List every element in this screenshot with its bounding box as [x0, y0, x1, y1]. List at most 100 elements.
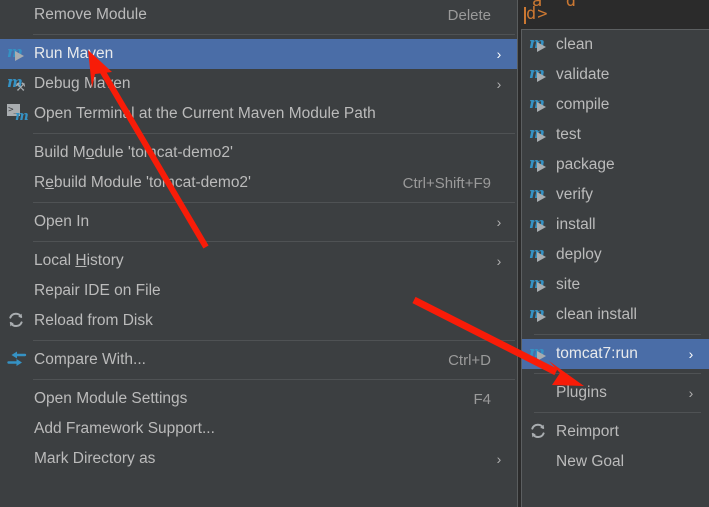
menu-item-shortcut: F4 [473, 390, 491, 408]
menu-item-open-terminal-maven-module-path[interactable]: >_ m Open Terminal at the Current Maven Mo… [0, 99, 517, 129]
menu-item-open-in[interactable]: Open In › [0, 207, 517, 237]
menu-item-label: Build Module 'tomcat-demo2' [34, 145, 233, 161]
arrow-placeholder: › [683, 217, 699, 233]
icon-placeholder [0, 168, 34, 198]
arrow-placeholder: › [491, 352, 507, 368]
menu-item-run-maven[interactable]: m Run Maven › [0, 39, 517, 69]
menu-item-label: site [556, 277, 581, 293]
chevron-right-icon: › [496, 46, 502, 62]
maven-run-icon-glyph: m [529, 244, 546, 262]
editor-caret [524, 7, 526, 24]
menu-item-local-history[interactable]: Local History › [0, 246, 517, 276]
terminal-maven-icon: >_ m [0, 99, 34, 129]
menu-item-label: clean [556, 37, 594, 53]
icon-placeholder [0, 207, 34, 237]
menu-separator [33, 379, 515, 380]
maven-run-icon: m [522, 30, 556, 60]
icon-placeholder [0, 414, 34, 444]
menu-item-label: tomcat7:run [556, 346, 638, 362]
menu-item-label: clean install [556, 307, 637, 323]
menu-item-debug-maven[interactable]: m ⚒ Debug Maven › [0, 69, 517, 99]
menu-separator [534, 334, 701, 335]
run-maven-submenu: mclean›mvalidate›mcompile›mtest›mpackage… [521, 29, 709, 507]
chevron-right-icon: › [688, 385, 694, 401]
submenu-item-plugins[interactable]: Plugins › [522, 378, 709, 408]
menu-item-label: validate [556, 67, 610, 83]
menu-item-label: Remove Module [34, 7, 147, 23]
menu-item-open-module-settings[interactable]: Open Module Settings F4› [0, 384, 517, 414]
reload-icon-glyph [7, 311, 27, 331]
menu-item-label: Compare With... [34, 352, 146, 368]
submenu-item-goal-verify[interactable]: mverify › [522, 180, 709, 210]
submenu-item-goal-package[interactable]: m package › [522, 150, 709, 180]
arrow-placeholder: › [491, 283, 507, 299]
arrow-placeholder: › [683, 157, 699, 173]
maven-run-icon-glyph: m [7, 43, 24, 61]
submenu-item-new-goal[interactable]: New Goal › [522, 447, 709, 477]
maven-run-icon: m [522, 339, 556, 369]
maven-run-icon: m [522, 300, 556, 330]
menu-separator [534, 412, 701, 413]
reload-icon-glyph [529, 422, 549, 442]
menu-item-label: Open Module Settings [34, 391, 188, 407]
menu-item-label: Plugins [556, 385, 607, 401]
maven-run-icon-glyph: m [529, 343, 546, 361]
icon-placeholder [0, 276, 34, 306]
arrow-placeholder: › [683, 127, 699, 143]
arrow-placeholder: › [683, 187, 699, 203]
submenu-item-goal-install[interactable]: m install › [522, 210, 709, 240]
maven-run-icon: m [522, 270, 556, 300]
submenu-item-goal-clean[interactable]: mclean › [522, 30, 709, 60]
menu-item-label: Local History [34, 253, 124, 269]
menu-item-compare-with[interactable]: Compare With... Ctrl+D› [0, 345, 517, 375]
arrow-placeholder: › [683, 67, 699, 83]
module-context-menu: Remove ModuleDelete›mRun Maven›m⚒Debug M… [0, 0, 518, 507]
submenu-item-reimport[interactable]: Reimport › [522, 417, 709, 447]
menu-separator [33, 34, 515, 35]
menu-item-label: compile [556, 97, 610, 113]
menu-separator [534, 373, 701, 374]
icon-placeholder [0, 444, 34, 474]
menu-item-rebuild-module[interactable]: Rebuild Module 'tomcat-demo2' Ctrl+Shift+… [0, 168, 517, 198]
chevron-right-icon: › [496, 76, 502, 92]
icon-placeholder [0, 384, 34, 414]
menu-item-label: install [556, 217, 596, 233]
icon-placeholder [522, 378, 556, 408]
menu-item-label: Debug Maven [34, 76, 131, 92]
submenu-item-goal-tomcat7-run[interactable]: m tomcat7:run › [522, 339, 709, 369]
menu-item-label: Reimport [556, 424, 619, 440]
arrow-placeholder: › [683, 454, 699, 470]
submenu-item-goal-site[interactable]: msite › [522, 270, 709, 300]
maven-run-icon-glyph: m [529, 274, 546, 292]
menu-item-add-framework-support[interactable]: Add Framework Support... › [0, 414, 517, 444]
arrow-placeholder: › [683, 307, 699, 323]
submenu-item-goal-deploy[interactable]: mdeploy › [522, 240, 709, 270]
maven-run-icon-glyph: m [529, 154, 546, 172]
menu-item-label: Run Maven [34, 46, 114, 62]
maven-run-icon-glyph: m [529, 64, 546, 82]
menu-item-build-module[interactable]: Build Module 'tomcat-demo2' › [0, 138, 517, 168]
submenu-item-goal-compile[interactable]: m compile › [522, 90, 709, 120]
menu-item-reload-from-disk[interactable]: Reload from Disk › [0, 306, 517, 336]
arrow-placeholder: › [683, 424, 699, 440]
menu-item-repair-ide-on-file[interactable]: Repair IDE on File › [0, 276, 517, 306]
arrow-placeholder: › [491, 313, 507, 329]
menu-item-label: Mark Directory as [34, 451, 156, 467]
menu-item-mark-directory-as[interactable]: Mark Directory as › [0, 444, 517, 474]
maven-run-icon-glyph: m [529, 124, 546, 142]
editor-code-text: d> [526, 4, 549, 24]
maven-run-icon: m [522, 60, 556, 90]
arrow-placeholder: › [683, 277, 699, 293]
chevron-right-icon: › [496, 253, 502, 269]
menu-item-remove-module[interactable]: Remove Module Delete› [0, 0, 517, 30]
chevron-right-icon: › [496, 451, 502, 467]
arrow-placeholder: › [683, 247, 699, 263]
submenu-item-goal-validate[interactable]: m validate › [522, 60, 709, 90]
arrow-placeholder: › [688, 346, 694, 362]
submenu-item-goal-test[interactable]: mtest › [522, 120, 709, 150]
compare-icon-glyph [7, 350, 27, 370]
maven-run-icon-glyph: m [529, 214, 546, 232]
reload-icon [0, 306, 34, 336]
menu-item-label: test [556, 127, 581, 143]
submenu-item-goal-clean-install[interactable]: m clean install › [522, 300, 709, 330]
